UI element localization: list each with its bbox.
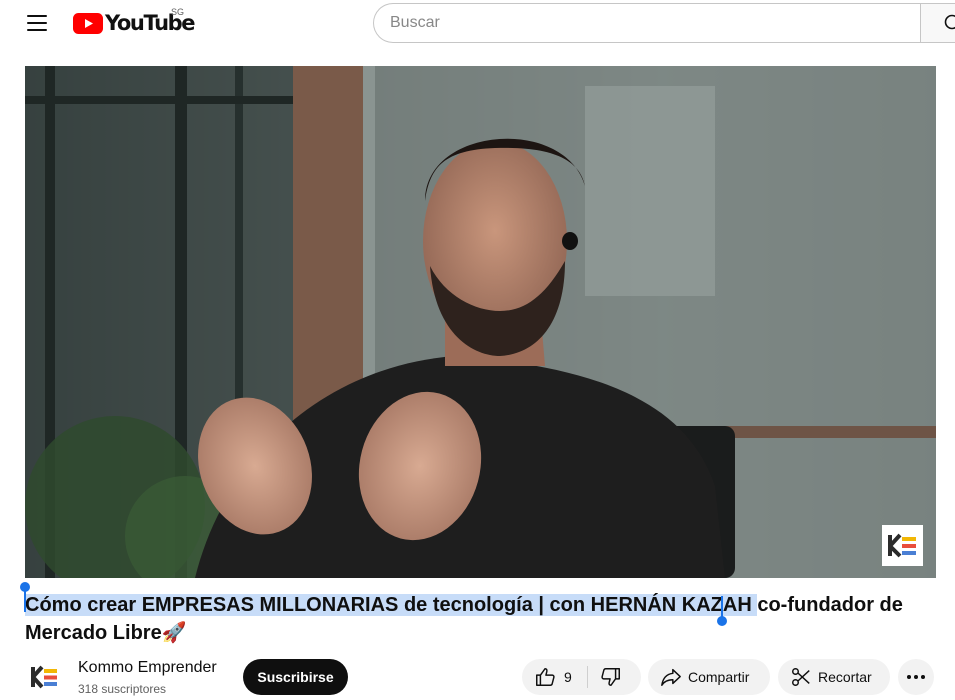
more-actions-button[interactable]: [898, 659, 934, 695]
share-label: Compartir: [688, 669, 750, 685]
hamburger-menu-icon[interactable]: [24, 12, 50, 34]
kommo-logo-icon: [882, 525, 923, 566]
search-button[interactable]: [920, 3, 955, 43]
like-button[interactable]: 9: [522, 659, 587, 695]
video-title: Cómo crear EMPRESAS MILLONARIAS de tecno…: [25, 591, 925, 647]
video-player[interactable]: [25, 66, 936, 578]
search-placeholder: Buscar: [390, 14, 440, 31]
thumbs-down-icon: [601, 668, 620, 686]
selection-end-line: [721, 596, 723, 618]
selection-start-line: [24, 590, 26, 612]
youtube-play-icon: [73, 12, 103, 34]
clip-label: Recortar: [818, 669, 872, 685]
title-selected-text: Cómo crear EMPRESAS MILLONARIAS de tecno…: [25, 594, 758, 616]
dislike-button[interactable]: [588, 659, 641, 695]
search-icon: [944, 14, 955, 30]
clip-button[interactable]: Recortar: [778, 659, 890, 695]
search-input[interactable]: Buscar: [373, 3, 921, 43]
youtube-logo[interactable]: YouTube SG: [73, 7, 196, 38]
channel-avatar[interactable]: [25, 657, 65, 697]
video-frame: [25, 66, 936, 578]
share-button[interactable]: Compartir: [648, 659, 770, 695]
share-icon: [661, 668, 681, 686]
kommo-avatar-icon: [31, 665, 57, 689]
selection-end-handle[interactable]: [717, 616, 727, 626]
top-bar: YouTube SG Buscar: [0, 0, 955, 50]
like-dislike-group: 9: [522, 659, 641, 695]
channel-name[interactable]: Kommo Emprender: [78, 659, 217, 677]
thumbs-up-icon: [536, 668, 555, 686]
like-count: 9: [564, 669, 572, 685]
more-horizontal-icon: [907, 675, 925, 679]
subscriber-count: 318 suscriptores: [78, 682, 167, 696]
country-code: SG: [171, 7, 185, 17]
scissors-icon: [792, 668, 810, 686]
subscribe-button[interactable]: Suscribirse: [243, 659, 348, 695]
